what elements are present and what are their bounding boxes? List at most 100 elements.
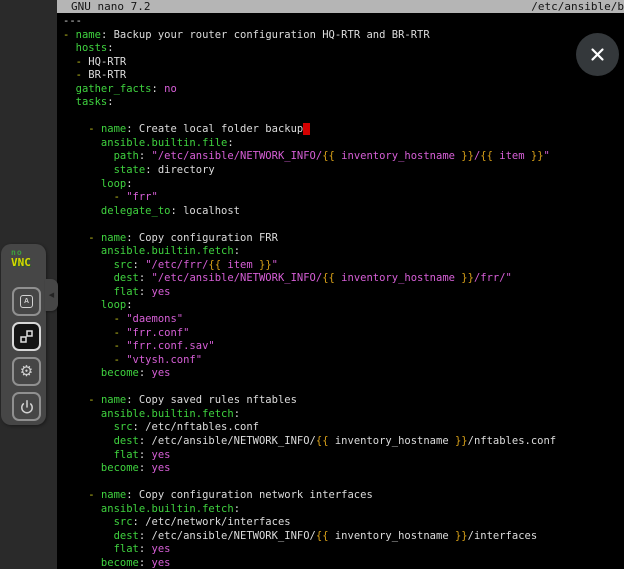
code-segment: become: [63, 557, 139, 569]
editor-line[interactable]: dest: "/etc/ansible/NETWORK_INFO/{{ inve…: [63, 272, 624, 286]
code-segment: no: [164, 83, 177, 95]
nano-titlebar: GNU nano 7.2 /etc/ansible/b: [57, 0, 624, 13]
code-segment: name: [101, 123, 126, 135]
code-segment: "/etc/frr/: [145, 259, 208, 271]
code-segment: BR-RTR: [88, 69, 126, 81]
editor-line[interactable]: flat: yes: [63, 286, 624, 300]
power-button[interactable]: [12, 392, 41, 421]
code-segment: ansible.builtin.fetch: [63, 408, 234, 420]
terminal-window[interactable]: GNU nano 7.2 /etc/ansible/b ---- name: B…: [57, 0, 624, 569]
control-bar-handle[interactable]: ◀: [45, 279, 58, 311]
editor-line[interactable]: tasks:: [63, 96, 624, 110]
code-segment: -: [63, 56, 88, 68]
editor-line[interactable]: - "frr.conf.sav": [63, 340, 624, 354]
code-segment: -: [63, 232, 101, 244]
editor-line[interactable]: src: /etc/network/interfaces: [63, 516, 624, 530]
editor-line[interactable]: hosts:: [63, 42, 624, 56]
settings-button[interactable]: ⚙: [12, 357, 41, 386]
editor-line[interactable]: flat: yes: [63, 543, 624, 557]
code-segment: HQ-RTR: [88, 56, 126, 68]
editor-line[interactable]: - HQ-RTR: [63, 56, 624, 70]
editor-line[interactable]: path: "/etc/ansible/NETWORK_INFO/{{ inve…: [63, 150, 624, 164]
code-segment: flat: [63, 543, 139, 555]
code-segment: {{: [316, 435, 329, 447]
code-segment: loop: [63, 178, 126, 190]
editor-line[interactable]: [63, 110, 624, 124]
editor[interactable]: ---- name: Backup your router configurat…: [57, 13, 624, 569]
code-segment: "/etc/ansible/NETWORK_INFO/: [152, 272, 323, 284]
editor-line[interactable]: delegate_to: localhost: [63, 205, 624, 219]
editor-line[interactable]: flat: yes: [63, 449, 624, 463]
code-segment: :: [152, 83, 165, 95]
editor-line[interactable]: - name: Copy configuration network inter…: [63, 489, 624, 503]
code-segment: "frr.conf": [126, 327, 189, 339]
screen: GNU nano 7.2 /etc/ansible/b ---- name: B…: [0, 0, 624, 569]
code-segment: : localhost: [170, 205, 240, 217]
code-segment: :: [139, 367, 152, 379]
code-segment: inventory_hostname: [329, 530, 455, 542]
code-segment: -: [63, 123, 101, 135]
editor-line[interactable]: become: yes: [63, 462, 624, 476]
editor-line[interactable]: - "daemons": [63, 313, 624, 327]
gear-icon: ⚙: [20, 364, 33, 379]
code-segment: :: [139, 150, 152, 162]
editor-line[interactable]: - name: Copy saved rules nftables: [63, 394, 624, 408]
code-segment: -: [63, 340, 126, 352]
code-segment: delegate_to: [63, 205, 170, 217]
editor-line[interactable]: src: "/etc/frr/{{ item }}": [63, 259, 624, 273]
code-segment: name: [101, 489, 126, 501]
code-segment: : Copy configuration FRR: [126, 232, 278, 244]
power-icon: [19, 399, 35, 415]
editor-line[interactable]: [63, 218, 624, 232]
editor-line[interactable]: ---: [63, 15, 624, 29]
code-segment: :: [107, 96, 113, 108]
code-segment: loop: [63, 299, 126, 311]
editor-line[interactable]: - "frr": [63, 191, 624, 205]
keyboard-a-icon: A: [20, 295, 33, 308]
editor-line[interactable]: ansible.builtin.fetch:: [63, 245, 624, 259]
close-button[interactable]: [576, 33, 619, 76]
code-segment: {{: [480, 150, 493, 162]
code-segment: "frr": [126, 191, 158, 203]
editor-line[interactable]: - name: Backup your router configuration…: [63, 29, 624, 43]
code-segment: :: [107, 42, 113, 54]
code-segment: yes: [152, 449, 171, 461]
editor-line[interactable]: [63, 381, 624, 395]
code-segment: }}: [531, 150, 544, 162]
fullscreen-button[interactable]: [12, 322, 41, 351]
code-segment: }}: [455, 530, 468, 542]
code-segment: yes: [152, 543, 171, 555]
editor-line[interactable]: become: yes: [63, 557, 624, 569]
code-segment: "/etc/ansible/NETWORK_INFO/: [152, 150, 323, 162]
cursor: [303, 123, 309, 135]
editor-line[interactable]: state: directory: [63, 164, 624, 178]
code-segment: yes: [152, 286, 171, 298]
editor-line[interactable]: ansible.builtin.fetch:: [63, 408, 624, 422]
editor-line[interactable]: - "frr.conf": [63, 327, 624, 341]
code-segment: dest: [63, 530, 139, 542]
code-segment: -: [63, 394, 101, 406]
editor-line[interactable]: loop:: [63, 299, 624, 313]
editor-line[interactable]: ansible.builtin.fetch:: [63, 503, 624, 517]
editor-line[interactable]: dest: /etc/ansible/NETWORK_INFO/{{ inven…: [63, 435, 624, 449]
code-segment: : Copy saved rules nftables: [126, 394, 297, 406]
keyboard-button[interactable]: A: [12, 287, 41, 316]
editor-line[interactable]: dest: /etc/ansible/NETWORK_INFO/{{ inven…: [63, 530, 624, 544]
code-segment: inventory_hostname: [335, 150, 461, 162]
editor-line[interactable]: - BR-RTR: [63, 69, 624, 83]
editor-line[interactable]: src: /etc/nftables.conf: [63, 421, 624, 435]
editor-line[interactable]: [63, 476, 624, 490]
code-segment: item: [221, 259, 259, 271]
editor-line[interactable]: gather_facts: no: [63, 83, 624, 97]
code-segment: "frr.conf.sav": [126, 340, 215, 352]
code-segment: ": [272, 259, 278, 271]
code-segment: }}: [461, 150, 474, 162]
editor-line[interactable]: ansible.builtin.file:: [63, 137, 624, 151]
editor-line[interactable]: - name: Create local folder backup: [63, 123, 624, 137]
editor-line[interactable]: - name: Copy configuration FRR: [63, 232, 624, 246]
editor-line[interactable]: loop:: [63, 178, 624, 192]
code-segment: hosts: [63, 42, 107, 54]
editor-line[interactable]: become: yes: [63, 367, 624, 381]
code-segment: flat: [63, 286, 139, 298]
editor-line[interactable]: - "vtysh.conf": [63, 354, 624, 368]
